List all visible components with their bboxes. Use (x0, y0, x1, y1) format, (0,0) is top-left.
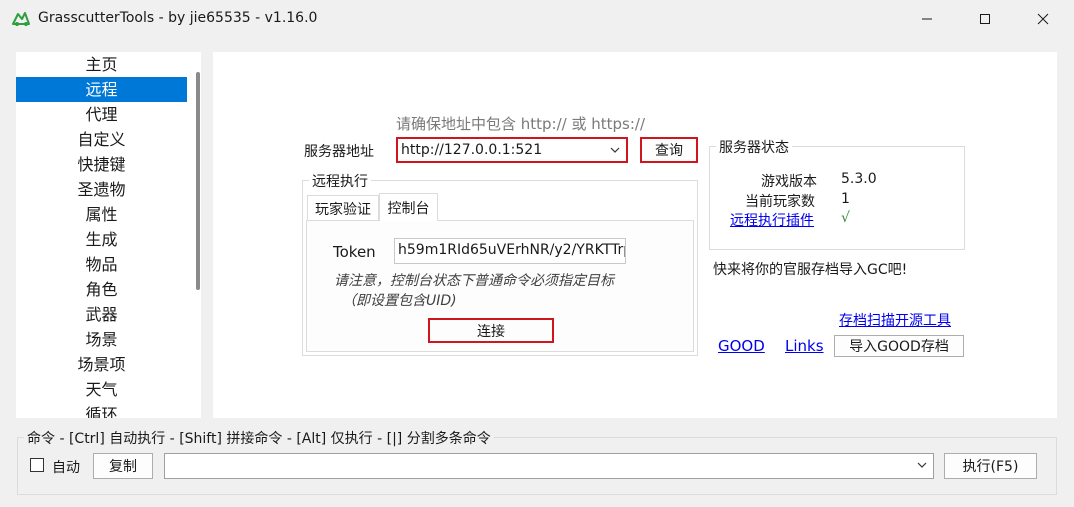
good-link[interactable]: GOOD (718, 337, 765, 355)
sidebar-item-hotkeys[interactable]: 快捷键 (16, 152, 187, 177)
game-version-value: 5.3.0 (841, 171, 877, 187)
connect-button[interactable]: 连接 (428, 318, 554, 343)
execute-button[interactable]: 执行(F5) (944, 453, 1037, 479)
app-icon (11, 10, 31, 28)
chevron-down-icon (917, 462, 927, 468)
sidebar-item-scene-items[interactable]: 场景项 (16, 352, 187, 377)
token-input[interactable]: h59m1RId65uVErhNR/y2/YRKTTrp (394, 238, 626, 264)
plugin-status-check: √ (841, 210, 850, 226)
window-title: GrasscutterTools - by jie65535 - v1.16.0 (38, 10, 318, 26)
command-input-combo[interactable] (164, 453, 934, 479)
sidebar-item-avatars[interactable]: 角色 (16, 277, 187, 302)
url-hint: 请确保地址中包含 http:// 或 https:// (396, 115, 646, 133)
remote-plugin-link[interactable]: 远程执行插件 (730, 210, 814, 230)
token-value: h59m1RId65uVErhNR/y2/YRKTTrp (398, 242, 626, 258)
good-import-message: 快来将你的官服存档导入GC吧! (713, 262, 908, 278)
sidebar-item-proxy[interactable]: 代理 (16, 102, 187, 127)
minimize-button[interactable] (898, 0, 956, 38)
player-count-value: 1 (841, 191, 850, 207)
sidebar-item-spawn[interactable]: 生成 (16, 227, 187, 252)
sidebar-item-weather[interactable]: 天气 (16, 377, 187, 402)
sidebar-nav: 主页 远程 代理 自定义 快捷键 圣遗物 属性 生成 物品 角色 武器 场景 场… (16, 52, 201, 418)
server-address-value: http://127.0.0.1:521 (401, 142, 543, 158)
player-count-label: 当前玩家数 (745, 194, 815, 210)
import-good-button[interactable]: 导入GOOD存档 (834, 335, 964, 357)
sidebar-item-loop[interactable]: 循环 (16, 402, 187, 418)
tab-player-auth[interactable]: 玩家验证 (307, 195, 379, 221)
query-button[interactable]: 查询 (640, 137, 698, 163)
sidebar-item-remote[interactable]: 远程 (16, 77, 187, 102)
auto-label: 自动 (52, 460, 80, 476)
tab-console[interactable]: 控制台 (379, 193, 438, 221)
sidebar-item-scenes[interactable]: 场景 (16, 327, 187, 352)
console-note-line2: （即设置包含UID) (342, 293, 457, 309)
server-address-combo[interactable]: http://127.0.0.1:521 (396, 137, 628, 163)
maximize-icon (980, 14, 990, 24)
sidebar-item-artifacts[interactable]: 圣遗物 (16, 177, 187, 202)
sidebar-item-home[interactable]: 主页 (16, 52, 187, 77)
console-note-line1: 请注意，控制台状态下普通命令必须指定目标 (334, 273, 614, 289)
game-version-label: 游戏版本 (761, 174, 817, 190)
chevron-down-icon (610, 147, 620, 153)
scanner-tool-link[interactable]: 存档扫描开源工具 (839, 310, 951, 330)
close-icon (1037, 13, 1049, 25)
sidebar-item-attributes[interactable]: 属性 (16, 202, 187, 227)
sidebar-item-items[interactable]: 物品 (16, 252, 187, 277)
sidebar-item-custom[interactable]: 自定义 (16, 127, 187, 152)
minimize-icon (922, 18, 932, 20)
server-status-group-title: 服务器状态 (716, 137, 792, 157)
command-group-title: 命令 - [Ctrl] 自动执行 - [Shift] 拼接命令 - [Alt] … (24, 428, 494, 448)
sidebar-item-weapons[interactable]: 武器 (16, 302, 187, 327)
maximize-button[interactable] (956, 0, 1014, 38)
copy-button[interactable]: 复制 (93, 453, 153, 479)
sidebar-scrollbar[interactable] (196, 72, 200, 290)
token-label: Token (333, 243, 376, 261)
close-button[interactable] (1014, 0, 1072, 38)
remote-exec-group-title: 远程执行 (309, 171, 371, 191)
links-link[interactable]: Links (785, 337, 824, 355)
auto-checkbox[interactable] (30, 458, 44, 472)
server-address-label: 服务器地址 (304, 144, 374, 160)
